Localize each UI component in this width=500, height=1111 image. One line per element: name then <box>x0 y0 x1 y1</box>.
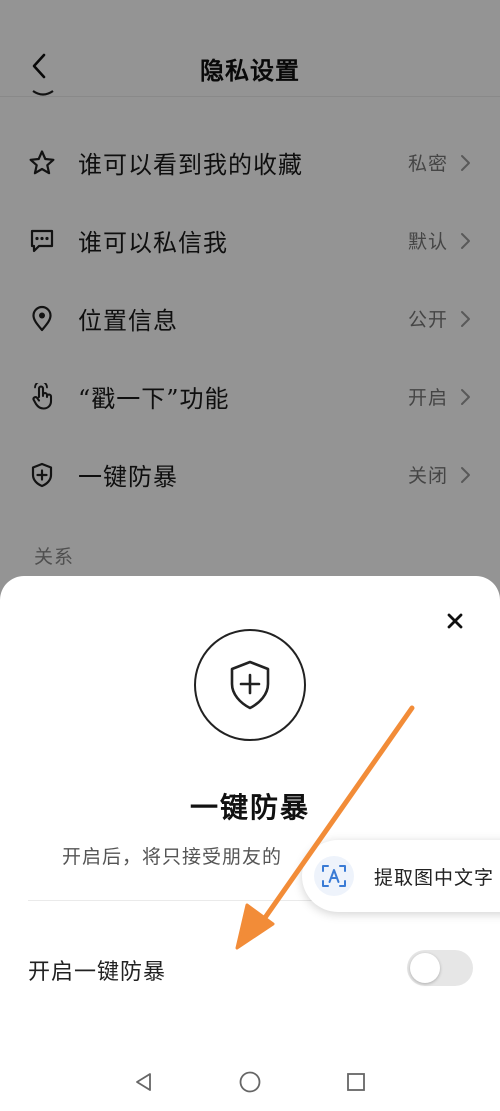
nav-home-button[interactable] <box>238 1070 262 1094</box>
triangle-back-icon <box>136 1073 151 1091</box>
system-nav-bar <box>0 1050 500 1111</box>
sheet-title: 一键防暴 <box>189 791 310 824</box>
circle-home-icon <box>239 1071 261 1093</box>
nav-back-button[interactable] <box>132 1070 156 1094</box>
anti-harassment-toggle[interactable] <box>407 950 473 986</box>
toggle-knob <box>410 953 440 983</box>
square-recents-icon <box>347 1073 365 1091</box>
close-button[interactable] <box>440 606 470 636</box>
shield-plus-icon <box>230 660 270 710</box>
nav-recents-button[interactable] <box>344 1070 368 1094</box>
shield-badge <box>194 629 306 741</box>
text-scan-icon <box>314 856 354 896</box>
close-icon <box>447 613 463 629</box>
extract-text-button[interactable]: 提取图中文字 <box>302 840 500 912</box>
extract-text-label: 提取图中文字 <box>374 867 495 889</box>
sheet-description: 开启后，将只接受朋友的 <box>62 846 283 868</box>
toggle-label: 开启一键防暴 <box>28 960 167 985</box>
